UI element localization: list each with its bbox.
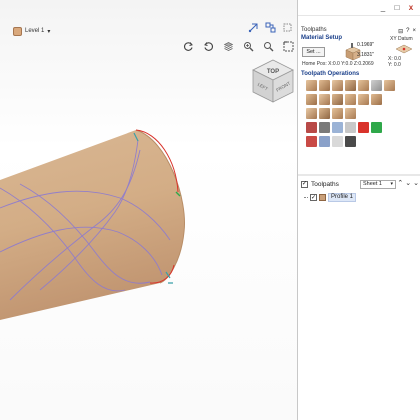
xy-datum-icon [395,44,413,54]
quick-engrave-icon[interactable] [345,80,356,91]
toolpath-list-item[interactable]: ✓ Profile 1 [304,193,357,202]
toolpaths-visibility-checkbox[interactable]: ✓ [301,180,308,188]
close-panel-icon[interactable]: × [412,28,416,35]
datum-y-value: Y: 0.0 [388,62,401,68]
toolpath-item-label: Profile 1 [328,193,357,202]
chevron-down-icon: ▾ [390,181,393,187]
plunge-toolpath-icon[interactable] [371,94,382,105]
thread-milling-icon[interactable] [358,94,369,105]
home-pos-label: Home Pos: [302,61,327,67]
reset-preview-icon[interactable] [371,122,382,133]
home-position: Home Pos: X:0.0 Y:0.0 Z:0.2069 [302,61,374,67]
toolpath-list-header: ✓ Toolpaths Sheet 1 ▾ ⌃ ⌄ ⌄ [298,178,420,190]
sheet-select[interactable]: Sheet 1 ▾ [360,180,396,189]
finishing-toolpath-icon[interactable] [319,108,330,119]
roughing-toolpath-icon[interactable] [306,108,317,119]
help-icon[interactable]: ? [406,28,409,35]
prism-carve-icon[interactable] [384,80,395,91]
close-button[interactable]: x [406,3,416,13]
toolpath-list-title: Toolpaths [311,180,339,188]
panel-divider [298,174,420,176]
window-controls: _ □ x [298,0,420,16]
moulding-toolpath-icon[interactable] [332,94,343,105]
job-sheet-icon[interactable] [332,136,343,147]
toolpath-item-checkbox[interactable]: ✓ [310,194,317,201]
3d-profile-icon[interactable] [332,108,343,119]
3d-viewport[interactable]: Level 1 ▾ TOP LEFT FRONT [0,0,297,420]
toolpath-summary-icon[interactable] [332,122,343,133]
chamfer-toolpath-icon[interactable] [345,94,356,105]
material-top-dimension: 0.1969" [357,42,375,48]
delete-toolpath-icon[interactable] [358,122,369,133]
nesting-icon[interactable] [319,136,330,147]
toolpath-operations-title: Toolpath Operations [301,71,360,77]
move-down-icon[interactable]: ⌄ [413,179,419,187]
toolpath-operations-grid [306,80,414,150]
recalculate-all-icon[interactable] [345,122,356,133]
v-carve-icon[interactable] [358,80,369,91]
fluting-toolpath-icon[interactable] [306,94,317,105]
cylinder-model[interactable] [0,0,297,420]
merge-toolpaths-icon[interactable] [319,122,330,133]
move-up-icon[interactable]: ⌃ [397,179,403,187]
material-height-dimension: 3.1831" [357,52,375,58]
right-panel: _ □ x Toolpaths ⊟ ? × Material Setup Set… [297,0,420,420]
toolpath-template-icon[interactable] [306,122,317,133]
move-down-icon[interactable]: ⌄ [405,179,411,187]
maximize-button[interactable]: □ [392,3,402,13]
pocket-toolpath-icon[interactable] [319,80,330,91]
minimize-button[interactable]: _ [378,3,388,13]
material-setup-button[interactable]: Set ... [302,47,325,57]
sheet-select-value: Sheet 1 [363,181,382,187]
material-setup-title: Material Setup [301,35,343,41]
rest-machining-icon[interactable] [345,108,356,119]
toolpaths-panel-title: Toolpaths [301,27,327,33]
drilling-toolpath-icon[interactable] [332,80,343,91]
texture-toolpath-icon[interactable] [371,80,382,91]
home-pos-value: X:0.0 Y:0.0 Z:0.2069 [328,61,374,67]
inlay-toolpath-icon[interactable] [319,94,330,105]
preview-toolpaths-icon[interactable] [306,136,317,147]
save-toolpath-icon[interactable] [345,136,356,147]
profile-toolpath-icon [319,194,326,201]
profile-toolpath-icon[interactable] [306,80,317,91]
pin-icon[interactable]: ⊟ [398,28,403,35]
